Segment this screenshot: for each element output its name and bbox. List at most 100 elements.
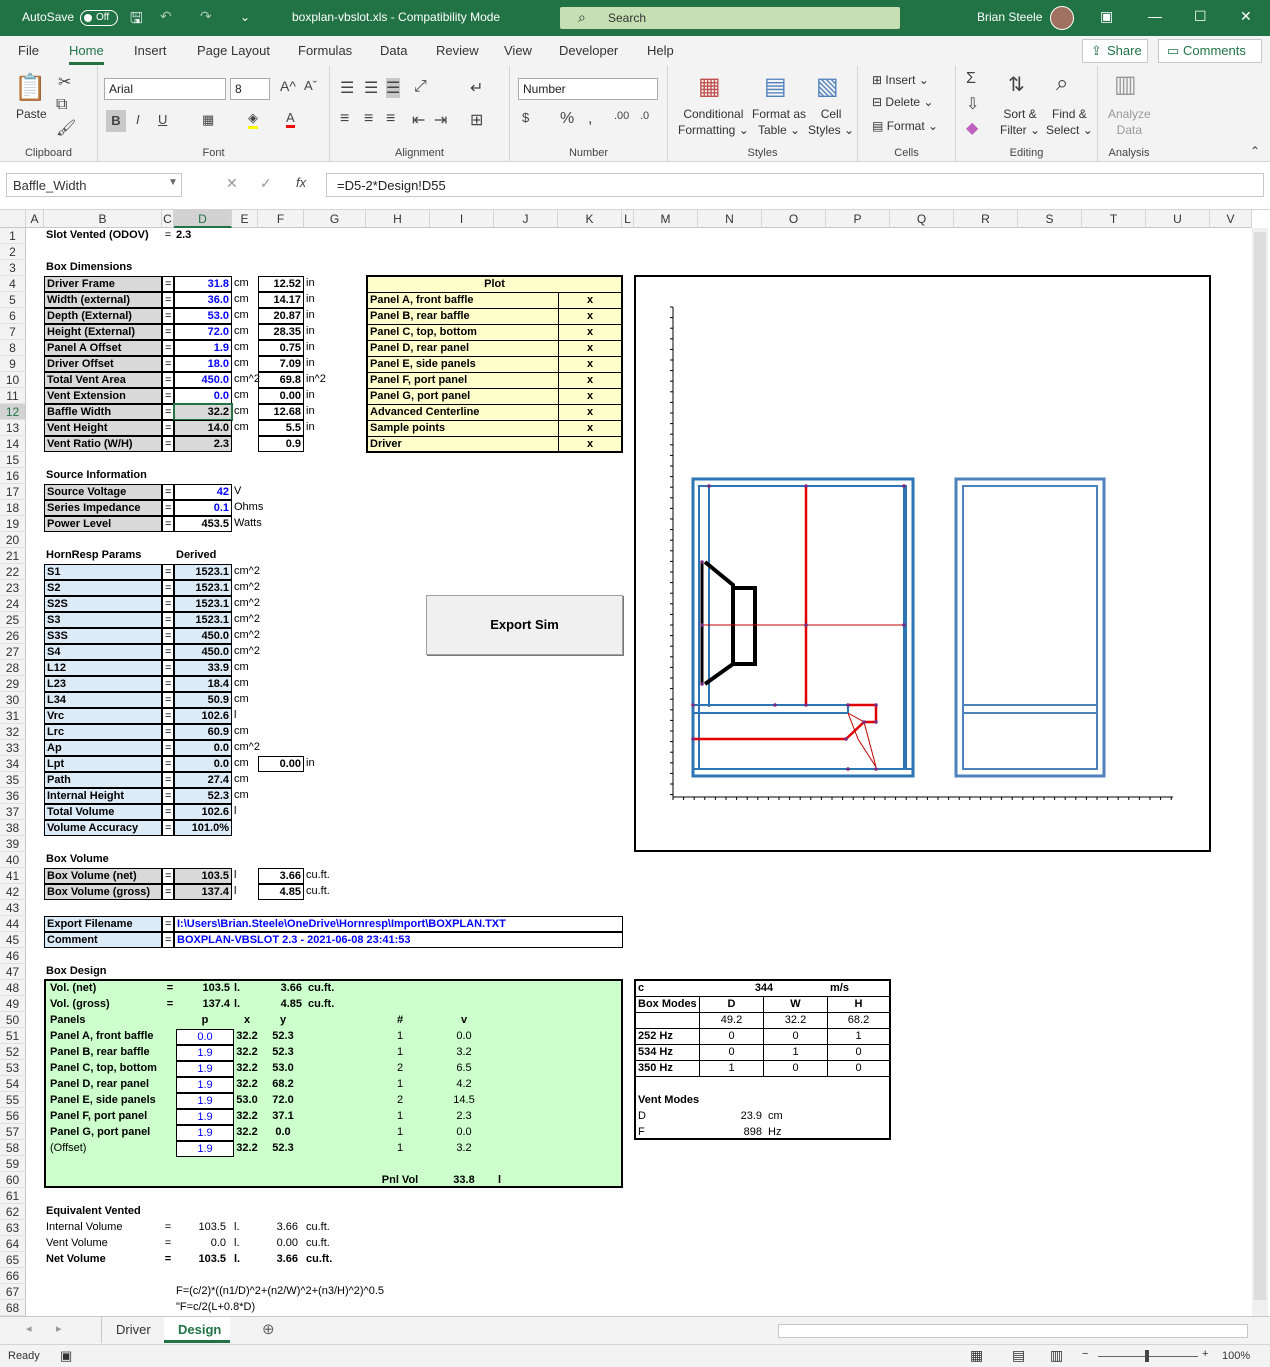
row-header[interactable]: 61 — [0, 1188, 26, 1204]
page-break-view-icon[interactable]: ▥ — [1050, 1347, 1063, 1364]
font-color-icon[interactable]: A — [286, 110, 295, 128]
bold-icon[interactable]: B — [106, 110, 126, 132]
zoom-slider-thumb[interactable] — [1145, 1350, 1149, 1362]
format-as-table-icon[interactable]: ▤ — [764, 72, 787, 101]
name-box-dropdown-icon[interactable]: ▼ — [168, 177, 178, 188]
qat-dropdown-icon[interactable]: ⌄ — [240, 10, 250, 24]
row-header[interactable]: 63 — [0, 1220, 26, 1236]
name-box[interactable]: Baffle_Width — [6, 173, 182, 197]
design-panel-p[interactable]: 1.9 — [176, 1077, 234, 1093]
paste-icon[interactable]: 📋 — [14, 72, 46, 103]
align-left-icon[interactable]: ≡ — [340, 110, 349, 128]
decrease-decimal-icon[interactable]: .0 — [640, 110, 649, 122]
row-header[interactable]: 1 — [0, 228, 26, 244]
tab-insert[interactable]: Insert — [134, 43, 167, 58]
hornresp-value[interactable]: 27.4 — [174, 772, 232, 788]
box-dim-value-in[interactable]: 12.52 — [258, 276, 304, 292]
row-header[interactable]: 22 — [0, 564, 26, 580]
row-header[interactable]: 59 — [0, 1156, 26, 1172]
row-header[interactable]: 14 — [0, 436, 26, 452]
row-header[interactable]: 52 — [0, 1044, 26, 1060]
hornresp-value[interactable]: 0.0 — [174, 740, 232, 756]
row-header[interactable]: 55 — [0, 1092, 26, 1108]
align-center-icon[interactable]: ≡ — [364, 110, 373, 128]
ribbon-display-icon[interactable]: ▣ — [1100, 8, 1113, 25]
box-dim-value-in[interactable]: 7.09 — [258, 356, 304, 372]
tab-formulas[interactable]: Formulas — [298, 43, 352, 58]
plot-item-toggle[interactable]: x — [559, 437, 621, 453]
cell-styles-icon[interactable]: ▧ — [816, 72, 839, 101]
box-dim-value-in[interactable]: 12.68 — [258, 404, 304, 420]
find-select-icon[interactable]: ⌕ — [1056, 70, 1068, 96]
sort-filter-button[interactable]: Sort & Filter ⌄ — [1000, 106, 1040, 138]
hornresp-value[interactable]: 52.3 — [174, 788, 232, 804]
zoom-in-icon[interactable]: + — [1202, 1348, 1208, 1360]
design-panel-p[interactable]: 1.9 — [176, 1093, 234, 1109]
row-header[interactable]: 48 — [0, 980, 26, 996]
row-header[interactable]: 18 — [0, 500, 26, 516]
worksheet-grid[interactable]: ABCDEFGHIJKLMNOPQRSTUV 1 2 3 4 5 6 7 8 9 10 11 12 13… — [0, 210, 1270, 1316]
box-dim-value[interactable]: 36.0 — [174, 292, 232, 308]
orientation-icon[interactable]: ⤢ — [414, 78, 427, 96]
minimize-icon[interactable]: — — [1148, 8, 1162, 24]
row-header[interactable]: 60 — [0, 1172, 26, 1188]
tab-file[interactable]: File — [18, 43, 39, 58]
column-header-p[interactable]: P — [826, 210, 890, 228]
formula-input[interactable]: =D5-2*Design!D55 — [326, 173, 1264, 197]
row-header[interactable]: 65 — [0, 1252, 26, 1268]
user-name[interactable]: Brian Steele — [977, 10, 1042, 24]
column-header-v[interactable]: V — [1210, 210, 1252, 228]
analyze-data-button[interactable]: Analyze Data — [1108, 106, 1151, 138]
row-header[interactable]: 34 — [0, 756, 26, 772]
box-dim-value[interactable]: 0.0 — [174, 388, 232, 404]
hornresp-value[interactable]: 1523.1 — [174, 596, 232, 612]
boxvol-value[interactable]: 103.5 — [174, 868, 232, 884]
row-header[interactable]: 42 — [0, 884, 26, 900]
underline-icon[interactable]: U — [158, 112, 167, 127]
hornresp-value[interactable]: 1523.1 — [174, 612, 232, 628]
format-as-table-button[interactable]: Format as Table ⌄ — [752, 106, 806, 138]
conditional-formatting-button[interactable]: Conditional Formatting ⌄ — [678, 106, 749, 138]
box-dim-value[interactable]: 31.8 — [174, 276, 232, 292]
hornresp-value[interactable]: 1523.1 — [174, 580, 232, 596]
analyze-data-icon[interactable]: ▥ — [1114, 70, 1137, 99]
zoom-level[interactable]: 100% — [1222, 1350, 1250, 1362]
prev-sheet-icon[interactable]: ◂ — [26, 1322, 32, 1335]
sort-filter-icon[interactable]: ⇅ — [1008, 72, 1025, 97]
hornresp-value[interactable]: 450.0 — [174, 628, 232, 644]
comment-value[interactable]: BOXPLAN-VBSLOT 2.3 - 2021-06-08 23:41:53 — [174, 932, 623, 948]
page-layout-view-icon[interactable]: ▤ — [1012, 1347, 1025, 1364]
row-header[interactable]: 51 — [0, 1028, 26, 1044]
close-icon[interactable]: ✕ — [1240, 8, 1252, 25]
lpt-in-value[interactable]: 0.00 — [258, 756, 304, 772]
hornresp-value[interactable]: 0.0 — [174, 756, 232, 772]
column-header-r[interactable]: R — [954, 210, 1018, 228]
hornresp-value[interactable]: 1523.1 — [174, 564, 232, 580]
plot-item-toggle[interactable]: x — [559, 421, 621, 437]
align-middle-icon[interactable]: ☰ — [364, 78, 378, 98]
insert-cells-button[interactable]: ⊞ Insert ⌄ — [872, 72, 929, 88]
row-header[interactable]: 64 — [0, 1236, 26, 1252]
row-header[interactable]: 24 — [0, 596, 26, 612]
source-value[interactable]: 453.5 — [174, 516, 232, 532]
sheet-tab-driver[interactable]: Driver — [101, 1317, 163, 1343]
row-header[interactable]: 3 — [0, 260, 26, 276]
cancel-icon[interactable]: ✕ — [226, 175, 238, 192]
share-button[interactable]: ⇪ Share — [1082, 39, 1148, 63]
plot-item-toggle[interactable]: x — [559, 373, 621, 389]
row-header[interactable]: 40 — [0, 852, 26, 868]
tab-review[interactable]: Review — [436, 43, 479, 58]
row-header[interactable]: 54 — [0, 1076, 26, 1092]
row-header[interactable]: 19 — [0, 516, 26, 532]
column-header-n[interactable]: N — [698, 210, 762, 228]
percent-icon[interactable]: % — [560, 110, 574, 128]
column-header-m[interactable]: M — [634, 210, 698, 228]
column-header-d[interactable]: D — [174, 210, 232, 228]
plot-item-toggle[interactable]: x — [559, 309, 621, 325]
decrease-font-icon[interactable]: Aˇ — [304, 78, 317, 93]
next-sheet-icon[interactable]: ▸ — [56, 1322, 62, 1335]
fill-icon[interactable]: ⇩ — [966, 94, 979, 114]
row-header[interactable]: 7 — [0, 324, 26, 340]
row-header[interactable]: 35 — [0, 772, 26, 788]
column-header-l[interactable]: L — [622, 210, 634, 228]
